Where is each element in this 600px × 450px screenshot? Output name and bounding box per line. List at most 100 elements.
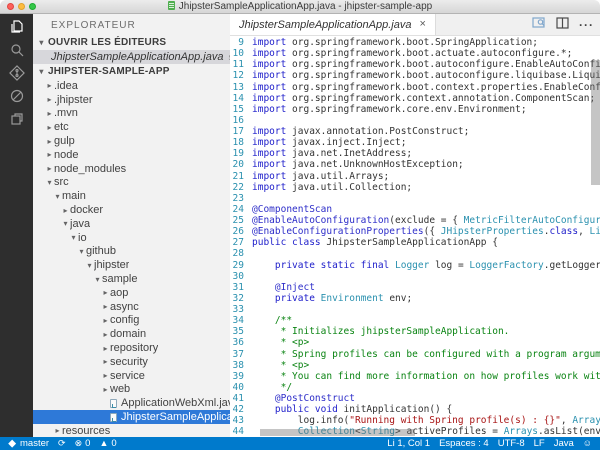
code-line-20[interactable]: 20import java.net.UnknownHostException; [230, 159, 600, 170]
code-line-32[interactable]: 32 private Environment env; [230, 293, 600, 304]
line-number: 26 [230, 226, 252, 237]
horizontal-scrollbar[interactable] [260, 429, 415, 436]
line-number: 42 [230, 404, 252, 415]
code-line-14[interactable]: 14import org.springframework.context.ann… [230, 93, 600, 104]
chevron-collapsed-icon: ▸ [45, 123, 54, 132]
close-tab-icon[interactable]: × [419, 19, 425, 30]
tree-folder-sample[interactable]: ▾sample [33, 272, 230, 286]
tree-folder-domain[interactable]: ▸domain [33, 327, 230, 341]
code-line-28[interactable]: 28 [230, 248, 600, 259]
code-line-34[interactable]: 34 /** [230, 315, 600, 326]
cursor-position-indicator[interactable]: Li 1, Col 1 [387, 438, 430, 449]
code-editor[interactable]: 9import org.springframework.boot.SpringA… [230, 36, 600, 437]
warning-counter[interactable]: ▲ 0 [99, 438, 116, 449]
code-line-21[interactable]: 21import java.util.Arrays; [230, 171, 600, 182]
tree-folder-gulp[interactable]: ▸gulp [33, 134, 230, 148]
code-line-15[interactable]: 15import org.springframework.core.env.En… [230, 104, 600, 115]
code-line-40[interactable]: 40 */ [230, 382, 600, 393]
tree-folder-main[interactable]: ▾main [33, 189, 230, 203]
chevron-collapsed-icon: ▸ [61, 206, 70, 215]
project-folder-header[interactable]: ▾ JHIPSTER-SAMPLE-APP [33, 64, 230, 79]
code-line-39[interactable]: 39 * You can find more information on ho… [230, 371, 600, 382]
indentation-indicator[interactable]: Espaces : 4 [439, 438, 489, 449]
language-mode-indicator[interactable]: Java [554, 438, 574, 449]
activity-bar [0, 14, 33, 437]
tree-folder-resources[interactable]: ▸resources [33, 424, 230, 437]
tree-folder--mvn[interactable]: ▸.mvn [33, 107, 230, 121]
more-actions-button[interactable]: ··· [579, 19, 594, 31]
open-editor-item[interactable]: JhipsterSampleApplicationApp.java src/m.… [33, 50, 230, 64]
tree-folder-java[interactable]: ▾java [33, 217, 230, 231]
tree-folder-io[interactable]: ▾io [33, 231, 230, 245]
tree-folder--idea[interactable]: ▸.idea [33, 79, 230, 93]
eol-indicator[interactable]: LF [534, 438, 545, 449]
code-line-42[interactable]: 42 public void initApplication() { [230, 404, 600, 415]
tree-folder-repository[interactable]: ▸repository [33, 341, 230, 355]
code-line-24[interactable]: 24@ComponentScan [230, 204, 600, 215]
tree-folder-docker[interactable]: ▸docker [33, 203, 230, 217]
tree-file-applicationwebxml-java[interactable]: ApplicationWebXml.java [33, 396, 230, 410]
code-line-13[interactable]: 13import org.springframework.boot.contex… [230, 82, 600, 93]
tree-file-jhipstersampleapplicationapp-java[interactable]: JhipsterSampleApplicationApp.java [33, 410, 230, 424]
tree-folder-aop[interactable]: ▸aop [33, 286, 230, 300]
code-line-text: import java.net.InetAddress; [252, 148, 412, 159]
code-line-41[interactable]: 41 @PostConstruct [230, 393, 600, 404]
code-line-26[interactable]: 26@EnableConfigurationProperties({ JHips… [230, 226, 600, 237]
code-line-29[interactable]: 29 private static final Logger log = Log… [230, 260, 600, 271]
tree-folder-etc[interactable]: ▸etc [33, 120, 230, 134]
tree-folder-node-modules[interactable]: ▸node_modules [33, 162, 230, 176]
open-preview-button[interactable] [532, 16, 546, 34]
activity-debug-button[interactable] [0, 87, 33, 110]
split-editor-icon [556, 16, 569, 34]
code-line-9[interactable]: 9import org.springframework.boot.SpringA… [230, 37, 600, 48]
activity-extensions-button[interactable] [0, 110, 33, 133]
open-editors-header[interactable]: ▾ OUVRIR LES ÉDITEURS [33, 35, 230, 50]
tree-folder-src[interactable]: ▾src [33, 176, 230, 190]
line-number: 12 [230, 70, 252, 81]
vertical-scrollbar[interactable] [591, 60, 600, 185]
tree-item-label: docker [70, 204, 103, 216]
code-line-36[interactable]: 36 * <p> [230, 337, 600, 348]
code-line-22[interactable]: 22import java.util.Collection; [230, 182, 600, 193]
error-counter[interactable]: ⊗ 0 [75, 438, 91, 449]
code-line-16[interactable]: 16 [230, 115, 600, 126]
tree-folder-async[interactable]: ▸async [33, 300, 230, 314]
code-line-18[interactable]: 18import javax.inject.Inject; [230, 137, 600, 148]
tree-folder-web[interactable]: ▸web [33, 383, 230, 397]
code-line-19[interactable]: 19import java.net.InetAddress; [230, 148, 600, 159]
sync-button[interactable]: ⟳ [58, 439, 66, 448]
tree-folder-security[interactable]: ▸security [33, 355, 230, 369]
git-branch-indicator[interactable]: master [8, 438, 49, 449]
tab-jhipstersampleapplicationapp-java[interactable]: JhipsterSampleApplicationApp.java × [230, 14, 436, 35]
tree-folder-github[interactable]: ▾github [33, 245, 230, 259]
code-line-11[interactable]: 11import org.springframework.boot.autoco… [230, 59, 600, 70]
activity-source-control-button[interactable] [0, 64, 33, 87]
tree-folder--jhipster[interactable]: ▸.jhipster [33, 93, 230, 107]
code-line-12[interactable]: 12import org.springframework.boot.autoco… [230, 70, 600, 81]
code-line-37[interactable]: 37 * Spring profiles can be configured w… [230, 349, 600, 360]
code-line-31[interactable]: 31 @Inject [230, 282, 600, 293]
debug-icon [8, 87, 26, 110]
code-line-10[interactable]: 10import org.springframework.boot.actuat… [230, 48, 600, 59]
tree-folder-node[interactable]: ▸node [33, 148, 230, 162]
tree-folder-service[interactable]: ▸service [33, 369, 230, 383]
code-line-35[interactable]: 35 * Initializes jhipsterSampleApplicati… [230, 326, 600, 337]
code-line-text: * <p> [252, 337, 309, 348]
activity-search-button[interactable] [0, 41, 33, 64]
code-line-30[interactable]: 30 [230, 271, 600, 282]
tree-item-label: gulp [54, 135, 75, 147]
code-line-33[interactable]: 33 [230, 304, 600, 315]
feedback-button[interactable]: ☺ [583, 439, 592, 448]
code-line-17[interactable]: 17import javax.annotation.PostConstruct; [230, 126, 600, 137]
code-line-23[interactable]: 23 [230, 193, 600, 204]
code-line-43[interactable]: 43 log.info("Running with Spring profile… [230, 415, 600, 426]
code-line-27[interactable]: 27public class JhipsterSampleApplication… [230, 237, 600, 248]
code-line-25[interactable]: 25@EnableAutoConfiguration(exclude = { M… [230, 215, 600, 226]
code-line-38[interactable]: 38 * <p> [230, 360, 600, 371]
tree-folder-jhipster[interactable]: ▾jhipster [33, 258, 230, 272]
split-editor-button[interactable] [556, 16, 569, 34]
tree-folder-config[interactable]: ▸config [33, 314, 230, 328]
tree-item-label: aop [110, 287, 128, 299]
encoding-indicator[interactable]: UTF-8 [498, 438, 525, 449]
activity-explorer-button[interactable] [0, 18, 33, 41]
